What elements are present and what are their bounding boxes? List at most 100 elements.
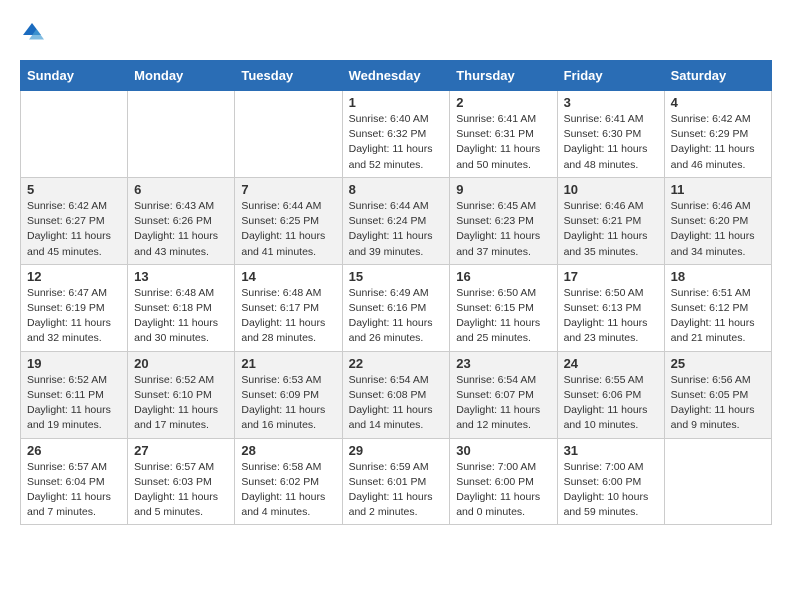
- day-info: Sunrise: 6:57 AM Sunset: 6:03 PM Dayligh…: [134, 460, 228, 521]
- day-cell: 18 Sunrise: 6:51 AM Sunset: 6:12 PM Dayli…: [664, 264, 771, 351]
- day-number: 17: [564, 269, 658, 284]
- week-row-4: 19 Sunrise: 6:52 AM Sunset: 6:11 PM Dayli…: [21, 351, 772, 438]
- day-info: Sunrise: 7:00 AM Sunset: 6:00 PM Dayligh…: [456, 460, 550, 521]
- day-info: Sunrise: 6:48 AM Sunset: 6:18 PM Dayligh…: [134, 286, 228, 347]
- weekday-header-monday: Monday: [128, 61, 235, 91]
- day-cell: 17Sunrise: 6:50 AM Sunset: 6:13 PM Dayli…: [557, 264, 664, 351]
- weekday-header-row: SundayMondayTuesdayWednesdayThursdayFrid…: [21, 61, 772, 91]
- day-number: 6: [134, 182, 228, 197]
- day-number: 19: [27, 356, 121, 371]
- page-header: [20, 20, 772, 44]
- day-cell: 14 Sunrise: 6:48 AM Sunset: 6:17 PM Dayli…: [235, 264, 342, 351]
- day-cell: 31 Sunrise: 7:00 AM Sunset: 6:00 PM Dayli…: [557, 438, 664, 525]
- day-info: Sunrise: 6:53 AM Sunset: 6:09 PM Dayligh…: [241, 373, 335, 434]
- day-info: Sunrise: 6:52 AM Sunset: 6:10 PM Dayligh…: [134, 373, 228, 434]
- weekday-header-tuesday: Tuesday: [235, 61, 342, 91]
- day-cell: 25 Sunrise: 6:56 AM Sunset: 6:05 PM Dayli…: [664, 351, 771, 438]
- day-info: Sunrise: 6:54 AM Sunset: 6:07 PM Dayligh…: [456, 373, 550, 434]
- day-number: 29: [349, 443, 444, 458]
- day-number: 13: [134, 269, 228, 284]
- day-number: 18: [671, 269, 765, 284]
- day-cell: [128, 91, 235, 178]
- week-row-5: 26Sunrise: 6:57 AM Sunset: 6:04 PM Dayli…: [21, 438, 772, 525]
- day-info: Sunrise: 6:46 AM Sunset: 6:21 PM Dayligh…: [564, 199, 658, 260]
- day-info: Sunrise: 7:00 AM Sunset: 6:00 PM Dayligh…: [564, 460, 658, 521]
- day-cell: 1 Sunrise: 6:40 AM Sunset: 6:32 PM Daylig…: [342, 91, 450, 178]
- day-number: 15: [349, 269, 444, 284]
- day-info: Sunrise: 6:40 AM Sunset: 6:32 PM Dayligh…: [349, 112, 444, 173]
- day-cell: 22 Sunrise: 6:54 AM Sunset: 6:08 PM Dayli…: [342, 351, 450, 438]
- weekday-header-sunday: Sunday: [21, 61, 128, 91]
- day-cell: 9 Sunrise: 6:45 AM Sunset: 6:23 PM Daylig…: [450, 177, 557, 264]
- day-cell: 15 Sunrise: 6:49 AM Sunset: 6:16 PM Dayli…: [342, 264, 450, 351]
- weekday-header-wednesday: Wednesday: [342, 61, 450, 91]
- calendar: SundayMondayTuesdayWednesdayThursdayFrid…: [20, 60, 772, 525]
- day-info: Sunrise: 6:54 AM Sunset: 6:08 PM Dayligh…: [349, 373, 444, 434]
- day-cell: 13 Sunrise: 6:48 AM Sunset: 6:18 PM Dayli…: [128, 264, 235, 351]
- day-info: Sunrise: 6:44 AM Sunset: 6:25 PM Dayligh…: [241, 199, 335, 260]
- day-number: 26: [27, 443, 121, 458]
- day-cell: 12 Sunrise: 6:47 AM Sunset: 6:19 PM Dayli…: [21, 264, 128, 351]
- day-cell: 5Sunrise: 6:42 AM Sunset: 6:27 PM Daylig…: [21, 177, 128, 264]
- day-info: Sunrise: 6:56 AM Sunset: 6:05 PM Dayligh…: [671, 373, 765, 434]
- day-number: 8: [349, 182, 444, 197]
- day-number: 25: [671, 356, 765, 371]
- day-info: Sunrise: 6:43 AM Sunset: 6:26 PM Dayligh…: [134, 199, 228, 260]
- day-number: 21: [241, 356, 335, 371]
- day-info: Sunrise: 6:59 AM Sunset: 6:01 PM Dayligh…: [349, 460, 444, 521]
- day-info: Sunrise: 6:45 AM Sunset: 6:23 PM Dayligh…: [456, 199, 550, 260]
- day-cell: 21 Sunrise: 6:53 AM Sunset: 6:09 PM Dayli…: [235, 351, 342, 438]
- day-info: Sunrise: 6:51 AM Sunset: 6:12 PM Dayligh…: [671, 286, 765, 347]
- day-cell: 10Sunrise: 6:46 AM Sunset: 6:21 PM Dayli…: [557, 177, 664, 264]
- day-cell: [235, 91, 342, 178]
- day-number: 14: [241, 269, 335, 284]
- day-info: Sunrise: 6:44 AM Sunset: 6:24 PM Dayligh…: [349, 199, 444, 260]
- day-info: Sunrise: 6:47 AM Sunset: 6:19 PM Dayligh…: [27, 286, 121, 347]
- day-info: Sunrise: 6:48 AM Sunset: 6:17 PM Dayligh…: [241, 286, 335, 347]
- day-cell: 11Sunrise: 6:46 AM Sunset: 6:20 PM Dayli…: [664, 177, 771, 264]
- day-cell: 27 Sunrise: 6:57 AM Sunset: 6:03 PM Dayli…: [128, 438, 235, 525]
- logo: [20, 20, 48, 44]
- day-number: 23: [456, 356, 550, 371]
- week-row-1: 1 Sunrise: 6:40 AM Sunset: 6:32 PM Daylig…: [21, 91, 772, 178]
- day-number: 16: [456, 269, 550, 284]
- day-number: 12: [27, 269, 121, 284]
- weekday-header-friday: Friday: [557, 61, 664, 91]
- day-number: 7: [241, 182, 335, 197]
- day-info: Sunrise: 6:50 AM Sunset: 6:15 PM Dayligh…: [456, 286, 550, 347]
- day-number: 28: [241, 443, 335, 458]
- day-cell: 29 Sunrise: 6:59 AM Sunset: 6:01 PM Dayli…: [342, 438, 450, 525]
- weekday-header-thursday: Thursday: [450, 61, 557, 91]
- day-cell: [21, 91, 128, 178]
- day-number: 3: [564, 95, 658, 110]
- day-number: 4: [671, 95, 765, 110]
- day-info: Sunrise: 6:49 AM Sunset: 6:16 PM Dayligh…: [349, 286, 444, 347]
- day-cell: 6 Sunrise: 6:43 AM Sunset: 6:26 PM Daylig…: [128, 177, 235, 264]
- day-cell: 4 Sunrise: 6:42 AM Sunset: 6:29 PM Daylig…: [664, 91, 771, 178]
- day-number: 2: [456, 95, 550, 110]
- day-number: 20: [134, 356, 228, 371]
- day-info: Sunrise: 6:41 AM Sunset: 6:31 PM Dayligh…: [456, 112, 550, 173]
- day-cell: 30Sunrise: 7:00 AM Sunset: 6:00 PM Dayli…: [450, 438, 557, 525]
- day-cell: 19 Sunrise: 6:52 AM Sunset: 6:11 PM Dayli…: [21, 351, 128, 438]
- day-cell: 16 Sunrise: 6:50 AM Sunset: 6:15 PM Dayli…: [450, 264, 557, 351]
- day-cell: 24Sunrise: 6:55 AM Sunset: 6:06 PM Dayli…: [557, 351, 664, 438]
- day-number: 5: [27, 182, 121, 197]
- day-cell: 26Sunrise: 6:57 AM Sunset: 6:04 PM Dayli…: [21, 438, 128, 525]
- day-number: 31: [564, 443, 658, 458]
- day-number: 1: [349, 95, 444, 110]
- day-info: Sunrise: 6:42 AM Sunset: 6:29 PM Dayligh…: [671, 112, 765, 173]
- day-number: 9: [456, 182, 550, 197]
- weekday-header-saturday: Saturday: [664, 61, 771, 91]
- day-number: 22: [349, 356, 444, 371]
- day-cell: 20 Sunrise: 6:52 AM Sunset: 6:10 PM Dayli…: [128, 351, 235, 438]
- day-cell: 23 Sunrise: 6:54 AM Sunset: 6:07 PM Dayli…: [450, 351, 557, 438]
- day-cell: 8 Sunrise: 6:44 AM Sunset: 6:24 PM Daylig…: [342, 177, 450, 264]
- day-cell: 2 Sunrise: 6:41 AM Sunset: 6:31 PM Daylig…: [450, 91, 557, 178]
- logo-icon: [20, 20, 44, 44]
- week-row-2: 5Sunrise: 6:42 AM Sunset: 6:27 PM Daylig…: [21, 177, 772, 264]
- day-number: 27: [134, 443, 228, 458]
- day-cell: [664, 438, 771, 525]
- day-info: Sunrise: 6:58 AM Sunset: 6:02 PM Dayligh…: [241, 460, 335, 521]
- day-info: Sunrise: 6:52 AM Sunset: 6:11 PM Dayligh…: [27, 373, 121, 434]
